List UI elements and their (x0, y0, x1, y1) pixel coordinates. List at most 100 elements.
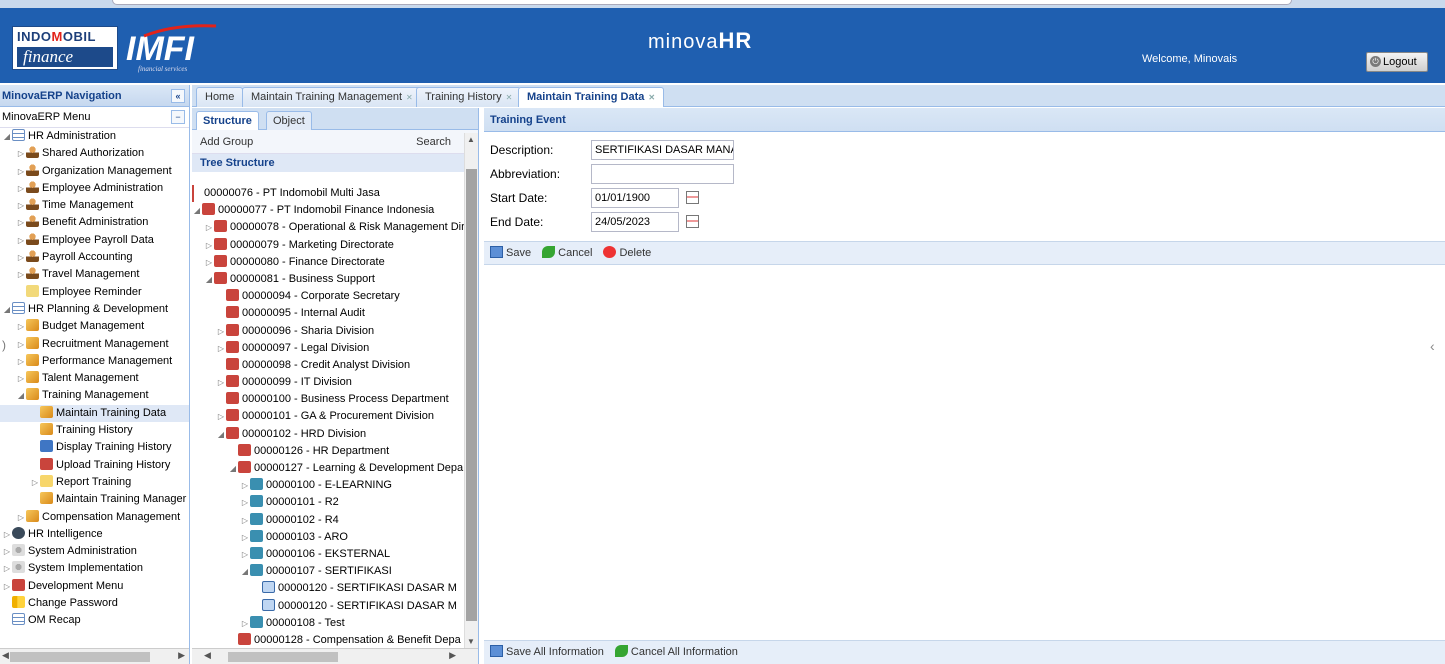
collapsed-arrow-icon[interactable]: ▷ (16, 249, 26, 266)
scroll-right-icon[interactable]: ▶ (449, 650, 456, 661)
collapsed-arrow-icon[interactable]: ▷ (16, 214, 26, 231)
collapsed-arrow-icon[interactable]: ▷ (240, 477, 250, 494)
org-tree-node[interactable]: 00000100 - Business Process Department (192, 391, 464, 408)
collapsed-arrow-icon[interactable]: ▷ (16, 353, 26, 370)
nav-tree-item[interactable]: ▷ Shared Authorization (0, 145, 189, 162)
nav-tree-item[interactable]: OM Recap (0, 612, 189, 629)
search-button[interactable]: Search (416, 130, 451, 154)
nav-horizontal-scrollbar[interactable]: ◀ ▶ (0, 648, 189, 664)
collapsed-arrow-icon[interactable]: ▷ (204, 237, 214, 254)
scroll-up-icon[interactable]: ▲ (467, 135, 475, 144)
cancel-all-button[interactable]: Cancel All Information (614, 641, 738, 663)
org-tree-node[interactable]: ▷ 00000078 - Operational & Risk Managemen… (192, 219, 464, 236)
end-date-field[interactable]: 24/05/2023 (591, 212, 679, 232)
org-tree-node[interactable]: ◢ 00000107 - SERTIFIKASI (192, 563, 464, 580)
vertical-scroll-thumb[interactable] (466, 169, 477, 621)
nav-tree-item[interactable]: ▷ Recruitment Management (0, 336, 189, 353)
collapsed-arrow-icon[interactable]: ▷ (16, 145, 26, 162)
close-tab-icon[interactable]: ✕ (406, 93, 413, 102)
collapsed-arrow-icon[interactable]: ▷ (240, 494, 250, 511)
org-tree-node[interactable]: ▷ 00000096 - Sharia Division (192, 323, 464, 340)
collapsed-arrow-icon[interactable]: ▷ (16, 180, 26, 197)
nav-tree-item[interactable]: Employee Reminder (0, 284, 189, 301)
org-tree-node[interactable]: 00000094 - Corporate Secretary (192, 288, 464, 305)
tab-home[interactable]: Home (196, 87, 244, 107)
collapsed-arrow-icon[interactable]: ▷ (2, 543, 12, 560)
collapsed-arrow-icon[interactable]: ▷ (240, 529, 250, 546)
nav-tree-item[interactable]: ▷ Development Menu (0, 578, 189, 595)
org-tree-node[interactable]: ▷ 00000099 - IT Division (192, 374, 464, 391)
nav-tree-item[interactable]: ▷ Time Management (0, 197, 189, 214)
org-tree-node[interactable]: ▷ 00000101 - GA & Procurement Division (192, 408, 464, 425)
collapsed-arrow-icon[interactable]: ▷ (216, 340, 226, 357)
delete-button[interactable]: Delete (603, 242, 651, 264)
org-tree-node[interactable]: 00000098 - Credit Analyst Division (192, 357, 464, 374)
abbreviation-field[interactable] (591, 164, 734, 184)
collapsed-arrow-icon[interactable]: ▷ (204, 254, 214, 271)
description-field[interactable]: SERTIFIKASI DASAR MANA (591, 140, 734, 160)
nav-tree-item[interactable]: ◢ HR Planning & Development (0, 301, 189, 318)
collapsed-arrow-icon[interactable]: ▷ (240, 615, 250, 632)
org-tree-node[interactable]: 00000076 - PT Indomobil Multi Jasa (192, 185, 464, 203)
save-all-button[interactable]: Save All Information (490, 641, 604, 663)
collapsed-arrow-icon[interactable]: ▷ (16, 197, 26, 214)
expanded-arrow-icon[interactable]: ◢ (192, 202, 202, 219)
collapsed-arrow-icon[interactable]: ▷ (204, 219, 214, 236)
scroll-right-icon[interactable]: ▶ (178, 650, 185, 661)
collapsed-arrow-icon[interactable]: ▷ (240, 546, 250, 563)
org-tree-node[interactable]: ▷ 00000103 - ARO (192, 529, 464, 546)
logout-button[interactable]: ⏻ Logout (1366, 52, 1428, 72)
collapse-left-icon[interactable]: « (171, 89, 185, 103)
nav-tree-item[interactable]: ▷ Travel Management (0, 266, 189, 283)
collapsed-arrow-icon[interactable]: ▷ (16, 509, 26, 526)
collapsed-arrow-icon[interactable]: ▷ (216, 408, 226, 425)
org-tree-node[interactable]: ▷ 00000100 - E-LEARNING (192, 477, 464, 494)
org-tree-node[interactable]: ◢ 00000127 - Learning & Development Depa (192, 460, 464, 477)
org-tree-node[interactable]: ▷ 00000097 - Legal Division (192, 340, 464, 357)
start-date-field[interactable]: 01/01/1900 (591, 188, 679, 208)
nav-tree-item[interactable]: ▷ Report Training (0, 474, 189, 491)
nav-tree-item[interactable]: ◢ Training Management (0, 387, 189, 404)
nav-tree-item[interactable]: ▷ Employee Administration (0, 180, 189, 197)
calendar-icon[interactable] (686, 215, 699, 228)
minimize-icon[interactable]: − (171, 110, 185, 124)
collapsed-arrow-icon[interactable]: ▷ (16, 370, 26, 387)
close-tab-icon[interactable]: ✕ (648, 93, 655, 102)
collapsed-arrow-icon[interactable]: ▷ (216, 374, 226, 391)
nav-tree-item[interactable]: Display Training History (0, 439, 189, 456)
left-edge-handle-icon[interactable]: ) (2, 338, 6, 352)
calendar-icon[interactable] (686, 191, 699, 204)
nav-tree-item[interactable]: Maintain Training Manager (0, 491, 189, 508)
org-tree-node[interactable]: 00000120 - SERTIFIKASI DASAR M (192, 580, 464, 597)
add-group-button[interactable]: Add Group (200, 136, 253, 148)
collapsed-arrow-icon[interactable]: ▷ (216, 323, 226, 340)
tree-hscroll-thumb[interactable] (228, 652, 338, 662)
nav-tree-item[interactable]: ▷ System Administration (0, 543, 189, 560)
org-tree-node[interactable]: 00000095 - Internal Audit (192, 305, 464, 322)
nav-tree-item[interactable]: Upload Training History (0, 457, 189, 474)
org-tree-node[interactable]: 00000128 - Compensation & Benefit Depa (192, 632, 464, 649)
collapsed-arrow-icon[interactable]: ▷ (2, 560, 12, 577)
nav-tree-item[interactable]: Training History (0, 422, 189, 439)
nav-tree-item[interactable]: Maintain Training Data (0, 404, 189, 423)
expanded-arrow-icon[interactable]: ◢ (2, 301, 12, 318)
nav-tree-item[interactable]: ◢ HR Administration (0, 128, 189, 145)
scroll-left-icon[interactable]: ◀ (2, 650, 9, 661)
nav-tree-item[interactable]: ▷ Employee Payroll Data (0, 232, 189, 249)
expanded-arrow-icon[interactable]: ◢ (2, 128, 12, 145)
org-tree-node[interactable]: ▷ 00000106 - EKSTERNAL (192, 546, 464, 563)
collapsed-arrow-icon[interactable]: ▷ (240, 512, 250, 529)
collapsed-arrow-icon[interactable]: ▷ (2, 526, 12, 543)
org-tree-node[interactable]: ▷ 00000080 - Finance Directorate (192, 254, 464, 271)
nav-tree-item[interactable]: ▷ Payroll Accounting (0, 249, 189, 266)
org-tree-node[interactable]: ◢ 00000081 - Business Support (192, 271, 464, 288)
scroll-left-icon[interactable]: ◀ (204, 650, 211, 661)
org-tree-node[interactable]: ▷ 00000079 - Marketing Directorate (192, 237, 464, 254)
tree-horizontal-scrollbar[interactable]: ◀ ▶ (192, 648, 478, 664)
org-tree-node[interactable]: ▷ 00000108 - Test (192, 615, 464, 632)
cancel-button[interactable]: Cancel (542, 242, 592, 264)
collapsed-arrow-icon[interactable]: ▷ (30, 474, 40, 491)
save-button[interactable]: Save (490, 242, 531, 264)
right-edge-handle-icon[interactable]: ‹ (1430, 338, 1435, 354)
tab-training-history[interactable]: Training History ✕ (416, 87, 522, 107)
